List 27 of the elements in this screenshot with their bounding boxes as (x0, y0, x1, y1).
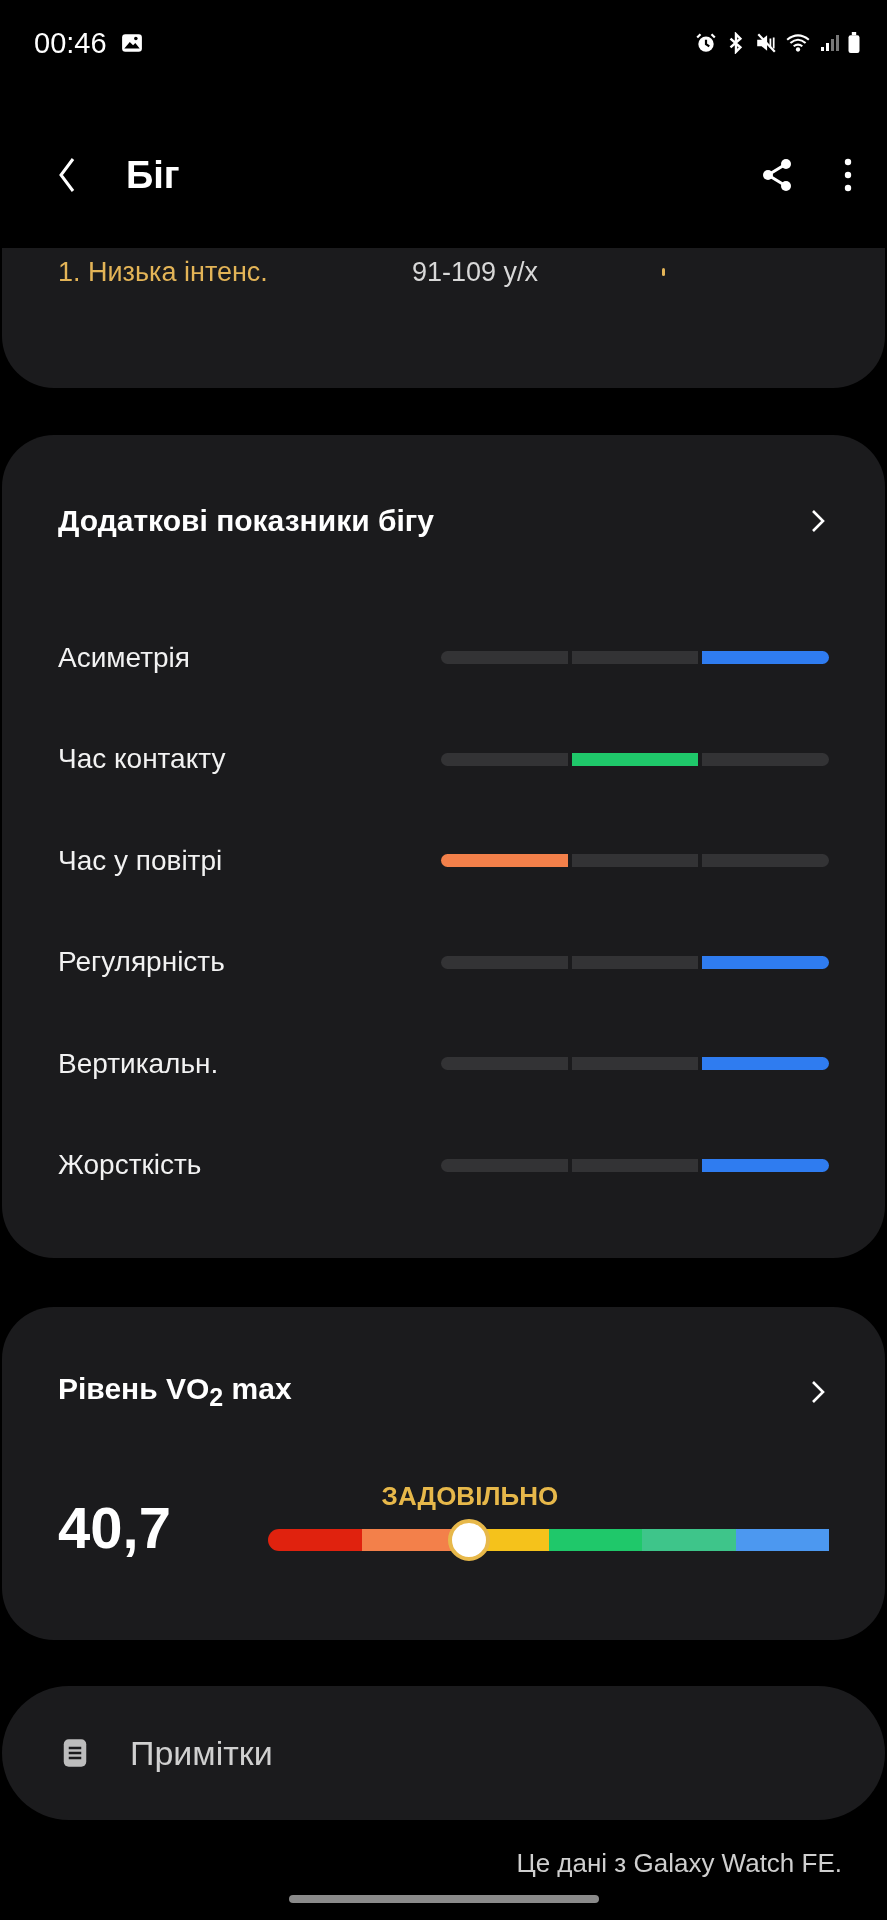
alarm-icon (695, 32, 717, 54)
page-title: Біг (126, 153, 180, 197)
metric-label: Вертикальн. (58, 1047, 219, 1080)
gallery-icon (120, 32, 143, 54)
metric-label: Жорсткість (58, 1149, 202, 1182)
rating-label: ЗАДОВІЛЬНО (381, 1481, 559, 1512)
notes-button[interactable]: Примітки (2, 1686, 885, 1820)
zone-range: 91-109 у/х (412, 256, 540, 288)
note-icon (62, 1738, 88, 1768)
wifi-icon (785, 32, 811, 54)
zone-label: 1. Низька інтенс. (58, 256, 269, 288)
more-options-icon[interactable] (843, 157, 853, 193)
gauge-thumb (447, 1519, 490, 1561)
metric-label: Асиметрія (58, 641, 190, 674)
metric-label: Час контакту (58, 743, 226, 776)
metric-label: Час у повітрі (58, 844, 223, 877)
source-note: Це дані з Galaxy Watch FE. (516, 1848, 842, 1879)
battery-icon (847, 32, 861, 54)
card-title[interactable]: Рівень VO$_{2}$ max (58, 1372, 292, 1412)
metric-label: Регулярність (58, 946, 225, 979)
chevron-right-icon[interactable] (811, 509, 825, 533)
card-title[interactable]: Додаткові показники бігу (58, 504, 434, 538)
vo2-value: 40,7 (58, 1499, 172, 1559)
status-time: 00:46 (34, 26, 107, 60)
mute-icon (755, 32, 777, 54)
signal-icon (819, 32, 839, 54)
chevron-right-icon[interactable] (811, 1380, 825, 1404)
